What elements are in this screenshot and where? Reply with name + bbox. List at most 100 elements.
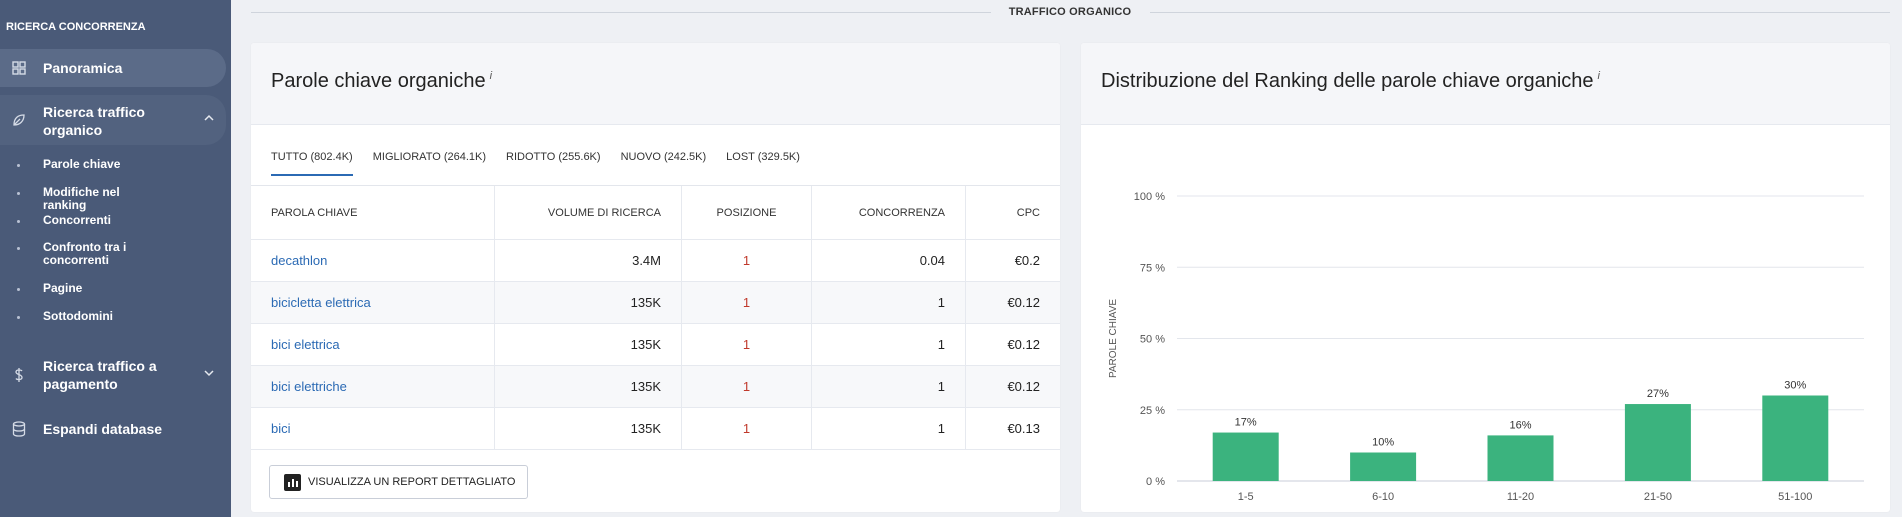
y-tick-label: 25 % bbox=[1140, 405, 1165, 417]
data-label: 17% bbox=[1235, 417, 1257, 429]
card-title: Distribuzione del Ranking delle parole c… bbox=[1101, 70, 1600, 93]
bar-chart-icon bbox=[284, 473, 301, 491]
table-row: bicicletta elettrica 135K 1 1 €0.12 bbox=[251, 282, 1060, 324]
data-label: 10% bbox=[1372, 437, 1394, 449]
card-header: Distribuzione del Ranking delle parole c… bbox=[1081, 43, 1890, 125]
sidebar-item-label: Espandi database bbox=[43, 421, 163, 437]
position-cell: 1 bbox=[682, 366, 812, 407]
table-row: bici elettrica 135K 1 1 €0.12 bbox=[251, 324, 1060, 366]
cpc-cell: €0.2 bbox=[1014, 253, 1040, 268]
bullet-icon bbox=[17, 220, 20, 223]
keyword-link[interactable]: bicicletta elettrica bbox=[271, 295, 371, 310]
info-icon[interactable]: i bbox=[490, 70, 492, 82]
detailed-report-button[interactable]: VISUALIZZA UN REPORT DETTAGLIATO bbox=[269, 465, 529, 499]
dollar-icon bbox=[10, 366, 28, 384]
competition-cell: 0.04 bbox=[812, 240, 966, 281]
sidebar-subitem-label: Sottodomini bbox=[43, 309, 113, 323]
table-row: bici 135K 1 1 €0.13 bbox=[251, 408, 1060, 450]
sidebar-item-espandi-database[interactable]: Espandi database bbox=[0, 418, 226, 440]
volume-cell: 3.4M bbox=[495, 240, 682, 281]
bullet-icon bbox=[17, 192, 20, 195]
volume-cell: 135K bbox=[495, 282, 682, 323]
bar bbox=[1487, 435, 1554, 481]
ranking-distribution-card: Distribuzione del Ranking delle parole c… bbox=[1081, 43, 1890, 512]
competition-cell: 1 bbox=[812, 408, 966, 449]
ranking-bar-chart: 0 % 25 % 50 % 75 % 100 % PAROLE CHIAVE 17% 1-5 1… bbox=[1108, 191, 1864, 503]
sidebar-item-label: Panoramica bbox=[43, 60, 123, 76]
competition-cell: 1 bbox=[812, 282, 966, 323]
competition-cell: 1 bbox=[812, 324, 966, 365]
chevron-up-icon bbox=[204, 113, 214, 125]
y-tick-label: 75 % bbox=[1140, 262, 1165, 274]
tab-ridotto[interactable]: RIDOTTO (255.6K) bbox=[506, 151, 601, 176]
x-tick-label: 6-10 bbox=[1372, 491, 1394, 503]
y-tick-label: 100 % bbox=[1134, 191, 1165, 203]
bullet-icon bbox=[17, 316, 20, 319]
column-header-keyword[interactable]: PAROLA CHIAVE bbox=[251, 186, 495, 239]
keyword-link[interactable]: decathlon bbox=[271, 253, 327, 268]
sidebar-item-label: Ricerca traffico organico bbox=[43, 104, 145, 138]
bullet-icon bbox=[17, 247, 20, 250]
column-header-position[interactable]: POSIZIONE bbox=[682, 186, 812, 239]
sidebar-subitem-label: Pagine bbox=[43, 281, 83, 295]
column-header-volume[interactable]: VOLUME DI RICERCA bbox=[495, 186, 682, 239]
sidebar-item-panoramica[interactable]: Panoramica bbox=[0, 49, 226, 87]
data-label: 16% bbox=[1509, 419, 1531, 431]
sidebar-subitem-label: Modifiche nel ranking bbox=[43, 185, 120, 212]
x-tick-label: 11-20 bbox=[1507, 491, 1534, 503]
keyword-link[interactable]: bici elettrica bbox=[271, 337, 340, 352]
sidebar-item-ricerca-traffico-pagamento[interactable]: Ricerca traffico a pagamento bbox=[0, 352, 226, 398]
sidebar-subitem-label: Confronto tra i concorrenti bbox=[43, 240, 127, 267]
y-axis-label: PAROLE CHIAVE bbox=[1108, 299, 1119, 378]
card-title: Parole chiave organiche i bbox=[271, 70, 492, 93]
bar bbox=[1624, 404, 1691, 481]
keywords-card: Parole chiave organiche i TUTTO (802.4K) … bbox=[251, 43, 1060, 512]
leaf-icon bbox=[10, 111, 28, 129]
section-divider bbox=[251, 12, 991, 13]
keywords-table: PAROLA CHIAVE VOLUME DI RICERCA POSIZION… bbox=[251, 185, 1060, 450]
sidebar: RICERCA CONCORRENZA Panoramica Ricerca t… bbox=[0, 0, 231, 517]
tab-migliorato[interactable]: MIGLIORATO (264.1K) bbox=[373, 151, 486, 176]
x-tick-label: 51-100 bbox=[1778, 491, 1812, 503]
tab-lost[interactable]: LOST (329.5K) bbox=[726, 151, 800, 176]
volume-cell: 135K bbox=[495, 366, 682, 407]
bullet-icon bbox=[17, 164, 20, 167]
data-label: 27% bbox=[1647, 388, 1669, 400]
cpc-cell: €0.12 bbox=[1007, 295, 1040, 310]
table-row: bici elettriche 135K 1 1 €0.12 bbox=[251, 366, 1060, 408]
keyword-link[interactable]: bici bbox=[271, 421, 291, 436]
bar bbox=[1212, 432, 1279, 481]
x-tick-label: 21-50 bbox=[1644, 491, 1672, 503]
card-title-text: Distribuzione del Ranking delle parole c… bbox=[1101, 70, 1594, 92]
card-title-text: Parole chiave organiche bbox=[271, 70, 486, 92]
bar bbox=[1350, 452, 1417, 481]
sidebar-item-label: Ricerca traffico a pagamento bbox=[43, 358, 157, 392]
database-icon bbox=[10, 420, 28, 438]
y-tick-label: 0 % bbox=[1146, 476, 1165, 488]
position-cell: 1 bbox=[682, 240, 812, 281]
y-tick-label: 50 % bbox=[1140, 334, 1165, 346]
table-header-row: PAROLA CHIAVE VOLUME DI RICERCA POSIZION… bbox=[251, 186, 1060, 240]
grid-icon bbox=[10, 59, 28, 77]
column-header-competition[interactable]: CONCORRENZA bbox=[812, 186, 966, 239]
detailed-report-label: VISUALIZZA UN REPORT DETTAGLIATO bbox=[308, 476, 516, 488]
tab-nuovo[interactable]: NUOVO (242.5K) bbox=[621, 151, 707, 176]
chevron-down-icon bbox=[204, 368, 214, 380]
table-row: decathlon 3.4M 1 0.04 €0.2 bbox=[251, 240, 1060, 282]
sidebar-section-title: RICERCA CONCORRENZA bbox=[6, 21, 146, 33]
keyword-link[interactable]: bici elettriche bbox=[271, 379, 347, 394]
bar bbox=[1762, 395, 1829, 481]
position-cell: 1 bbox=[682, 282, 812, 323]
data-label: 30% bbox=[1784, 380, 1806, 392]
volume-cell: 135K bbox=[495, 408, 682, 449]
card-header: Parole chiave organiche i bbox=[251, 43, 1060, 125]
section-title: TRAFFICO ORGANICO bbox=[1008, 6, 1132, 18]
column-header-cpc[interactable]: CPC bbox=[966, 186, 1060, 239]
position-cell: 1 bbox=[682, 408, 812, 449]
tab-tutto[interactable]: TUTTO (802.4K) bbox=[271, 151, 353, 176]
competition-cell: 1 bbox=[812, 366, 966, 407]
cpc-cell: €0.12 bbox=[1007, 379, 1040, 394]
info-icon[interactable]: i bbox=[1598, 70, 1600, 82]
cpc-cell: €0.13 bbox=[1007, 421, 1040, 436]
sidebar-item-ricerca-traffico-organico[interactable]: Ricerca traffico organico bbox=[0, 95, 226, 145]
